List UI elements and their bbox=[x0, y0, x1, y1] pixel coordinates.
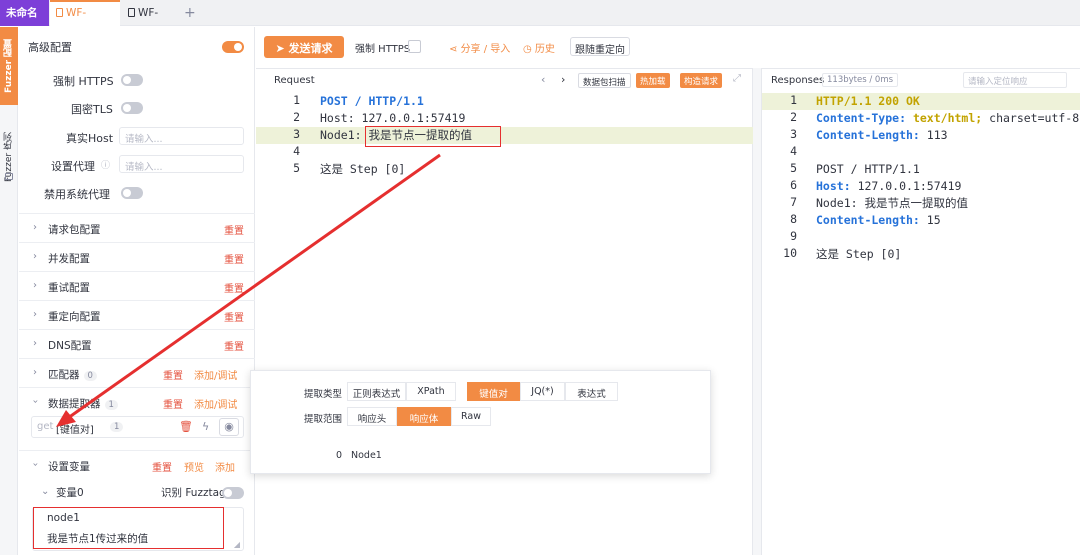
annotation-arrow bbox=[56, 153, 441, 427]
arrow-line bbox=[67, 153, 441, 420]
app-window: 未命名[0] WF-[1]✕ WF-[2] + Fuzzer 配置 Fuzzer… bbox=[0, 0, 1080, 555]
arrow-head bbox=[56, 410, 76, 427]
